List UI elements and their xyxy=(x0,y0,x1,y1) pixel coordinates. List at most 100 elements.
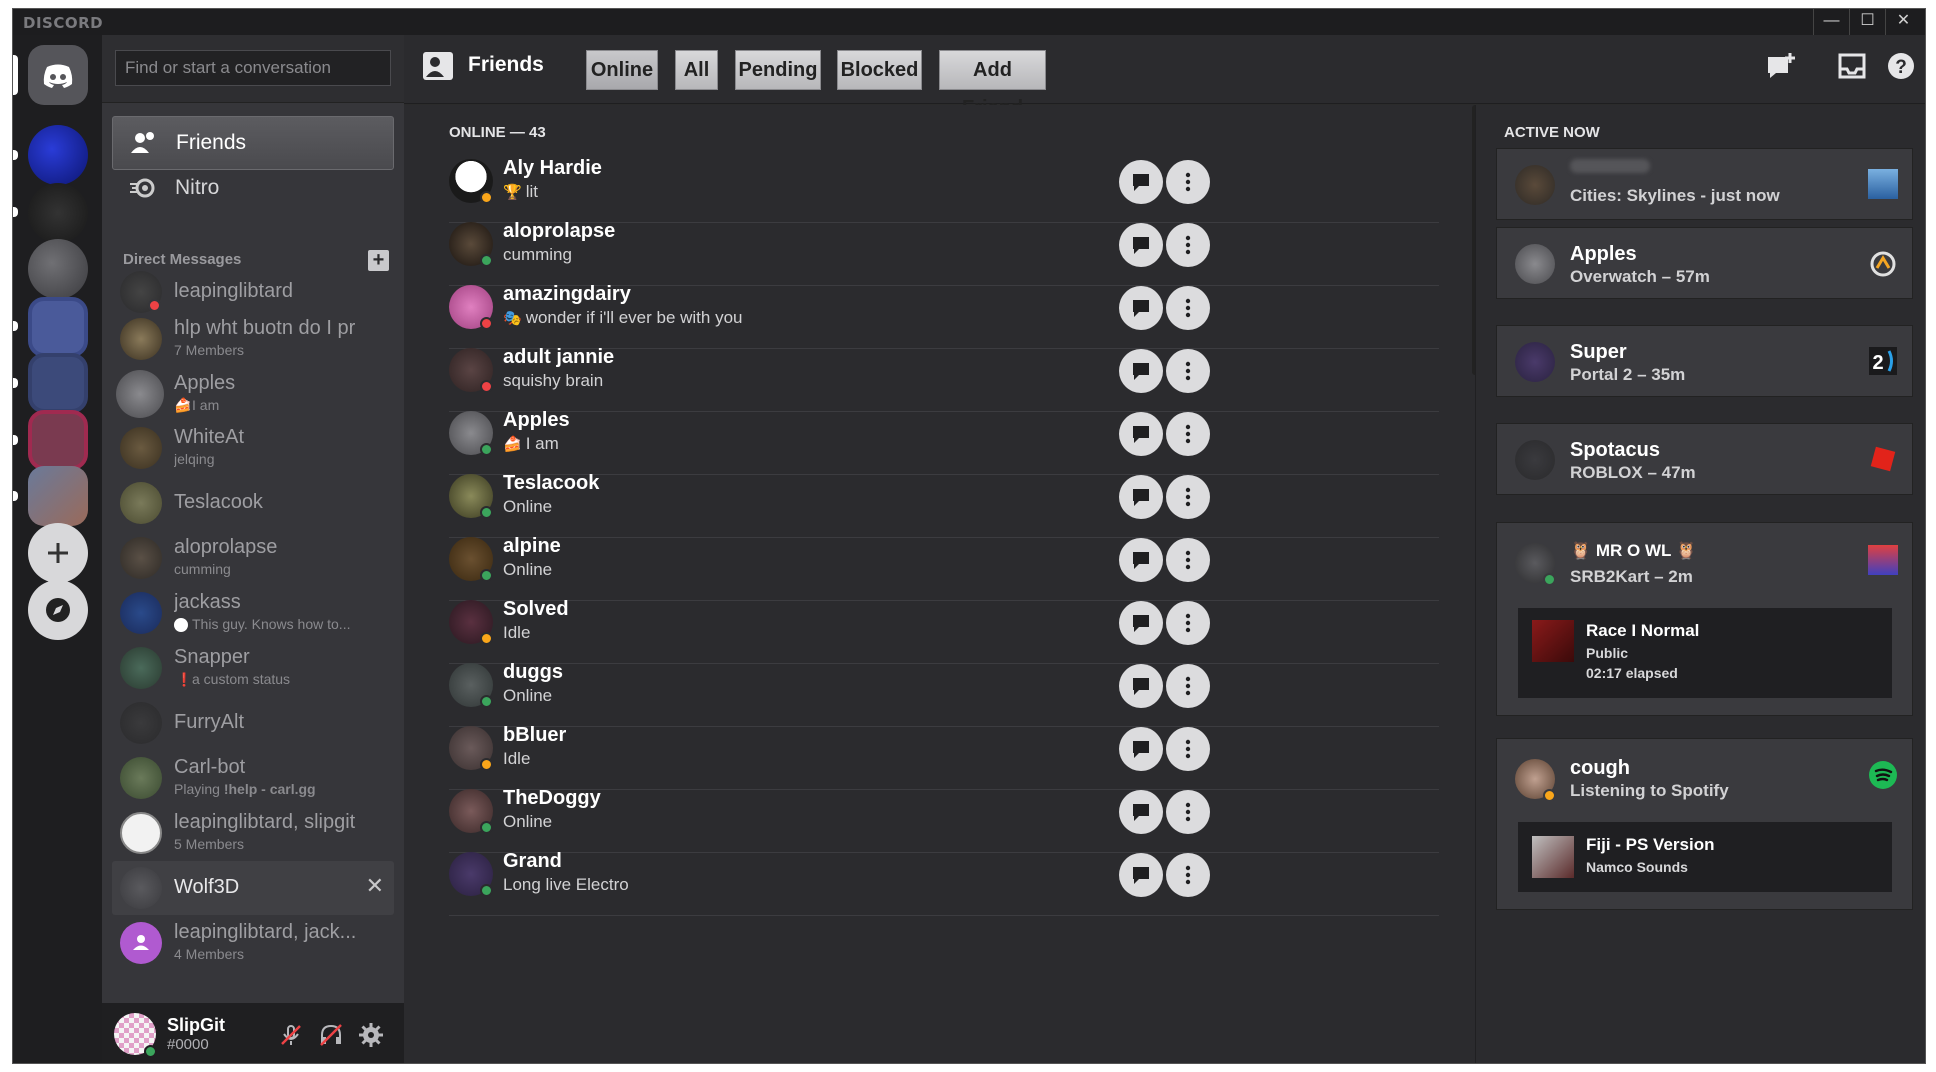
online-status-icon xyxy=(1543,573,1556,586)
tab-online[interactable]: Online xyxy=(586,50,658,90)
server-icon[interactable] xyxy=(28,125,88,185)
more-options-button[interactable] xyxy=(1166,664,1210,708)
activity-user: 🦉 MR O WL 🦉 xyxy=(1570,541,1698,560)
dm-item[interactable]: leapinglibtard, jack... 4 Members xyxy=(112,916,394,970)
more-options-button[interactable] xyxy=(1166,538,1210,582)
dm-item[interactable]: Apples I am 🍰 xyxy=(112,367,394,421)
message-button[interactable] xyxy=(1119,853,1163,897)
close-window-button[interactable]: ✕ xyxy=(1885,9,1921,35)
friend-name: amazingdairy xyxy=(503,283,631,305)
message-button[interactable] xyxy=(1119,727,1163,771)
dm-item[interactable]: jackass This guy. Knows how to... xyxy=(112,586,394,640)
message-button[interactable] xyxy=(1119,538,1163,582)
close-dm-icon[interactable]: ✕ xyxy=(366,873,384,899)
more-options-button[interactable] xyxy=(1166,349,1210,393)
tab-pending[interactable]: Pending xyxy=(735,50,821,90)
status-dot-icon xyxy=(480,254,493,267)
tab-all[interactable]: All xyxy=(675,50,718,90)
message-button[interactable] xyxy=(1119,412,1163,456)
maximize-button[interactable]: ☐ xyxy=(1849,9,1885,35)
nav-nitro-label: Nitro xyxy=(175,176,220,199)
tab-blocked[interactable]: Blocked xyxy=(837,50,922,90)
activity-card[interactable]: 🦉 MR O WL 🦉 SRB2Kart – 2m Race I Normal … xyxy=(1496,522,1913,716)
more-options-button[interactable] xyxy=(1166,790,1210,834)
message-button[interactable] xyxy=(1119,286,1163,330)
friend-name: adult jannie xyxy=(503,346,615,368)
deafen-icon[interactable] xyxy=(318,1022,344,1048)
friend-status-text: wonder if i'll ever be with you xyxy=(525,308,743,327)
dm-name: leapinglibtard, jack... xyxy=(174,921,357,943)
more-options-button[interactable] xyxy=(1166,475,1210,519)
chat-bubble-icon xyxy=(1133,237,1149,254)
more-options-button[interactable] xyxy=(1166,160,1210,204)
activity-status: Cities: Skylines - just now xyxy=(1570,186,1780,205)
mute-icon[interactable] xyxy=(278,1022,304,1048)
activity-user: Spotacus xyxy=(1570,439,1661,461)
server-icon[interactable] xyxy=(28,410,88,470)
chat-bubble-icon xyxy=(1133,741,1149,758)
message-button[interactable] xyxy=(1119,664,1163,708)
server-icon[interactable] xyxy=(28,353,88,413)
help-icon[interactable]: ? xyxy=(1886,51,1916,81)
kebab-menu-icon xyxy=(1185,676,1191,696)
minimize-button[interactable]: — xyxy=(1813,9,1849,35)
avatar xyxy=(120,812,162,854)
dm-item[interactable]: leapinglibtard xyxy=(112,265,394,319)
activity-card[interactable]: Super Portal 2 – 35m 2 xyxy=(1496,325,1913,397)
more-options-button[interactable] xyxy=(1166,601,1210,645)
more-options-button[interactable] xyxy=(1166,286,1210,330)
friends-title-icon xyxy=(423,52,453,80)
more-options-button[interactable] xyxy=(1166,412,1210,456)
inbox-icon[interactable] xyxy=(1837,51,1867,81)
new-group-dm-icon[interactable] xyxy=(1766,51,1796,81)
activity-card[interactable]: cough Listening to Spotify Fiji - PS Ver… xyxy=(1496,738,1913,910)
friend-status-text: Online xyxy=(503,812,553,831)
unread-pip xyxy=(13,491,18,501)
explore-button[interactable] xyxy=(28,580,88,640)
avatar xyxy=(120,647,162,689)
add-server-button[interactable] xyxy=(28,523,88,583)
dm-item[interactable]: aloprolapse cumming xyxy=(112,531,394,585)
dm-sub: a custom status xyxy=(192,671,291,687)
server-icon[interactable] xyxy=(28,466,88,526)
dm-item-selected[interactable]: Wolf3D ✕ xyxy=(112,861,394,915)
server-icon[interactable] xyxy=(28,183,88,243)
message-button[interactable] xyxy=(1119,349,1163,393)
activity-card[interactable]: Cities: Skylines - just now xyxy=(1496,148,1913,220)
dm-item[interactable]: leapinglibtard, slipgit 5 Members xyxy=(112,806,394,860)
friend-status-text: Long live Electro xyxy=(503,875,629,894)
tab-add-friend[interactable]: Add Friend xyxy=(939,50,1046,119)
discord-window: DISCORD — ☐ ✕ Find or start a conversati… xyxy=(12,8,1926,1064)
message-button[interactable] xyxy=(1119,790,1163,834)
message-button[interactable] xyxy=(1119,475,1163,519)
server-icon[interactable] xyxy=(28,297,88,357)
more-options-button[interactable] xyxy=(1166,727,1210,771)
dm-item[interactable]: Carl-bot Playing !help - carl.gg xyxy=(112,751,394,805)
active-now-header: ACTIVE NOW xyxy=(1504,124,1600,141)
app-brand: DISCORD xyxy=(23,14,104,32)
kebab-menu-icon xyxy=(1185,613,1191,633)
activity-card[interactable]: Apples Overwatch – 57m xyxy=(1496,227,1913,299)
dnd-status-icon xyxy=(148,299,161,312)
status-dot-icon xyxy=(480,758,493,771)
more-options-button[interactable] xyxy=(1166,853,1210,897)
message-button[interactable] xyxy=(1119,601,1163,645)
activity-card[interactable]: Spotacus ROBLOX – 47m xyxy=(1496,423,1913,495)
more-options-button[interactable] xyxy=(1166,223,1210,267)
friend-row[interactable]: Grand Long live Electro xyxy=(449,838,1439,916)
message-button[interactable] xyxy=(1119,223,1163,267)
dm-item[interactable]: WhiteAt jelqing xyxy=(112,421,394,475)
nav-nitro[interactable]: Nitro xyxy=(112,162,394,216)
server-icon[interactable] xyxy=(28,239,88,299)
message-button[interactable] xyxy=(1119,160,1163,204)
dm-item[interactable]: FurryAlt xyxy=(112,696,394,750)
avatar xyxy=(120,427,162,469)
dm-item[interactable]: hlp wht buotn do I pr 7 Members xyxy=(112,312,394,366)
dm-item[interactable]: Snapper a custom status ❗ xyxy=(112,641,394,695)
friend-status: Long live Electro xyxy=(503,875,629,895)
search-input[interactable]: Find or start a conversation xyxy=(115,50,391,86)
settings-gear-icon[interactable] xyxy=(358,1022,384,1048)
status-dot-icon xyxy=(480,380,493,393)
home-button[interactable] xyxy=(28,45,88,105)
dm-item[interactable]: Teslacook xyxy=(112,476,394,530)
